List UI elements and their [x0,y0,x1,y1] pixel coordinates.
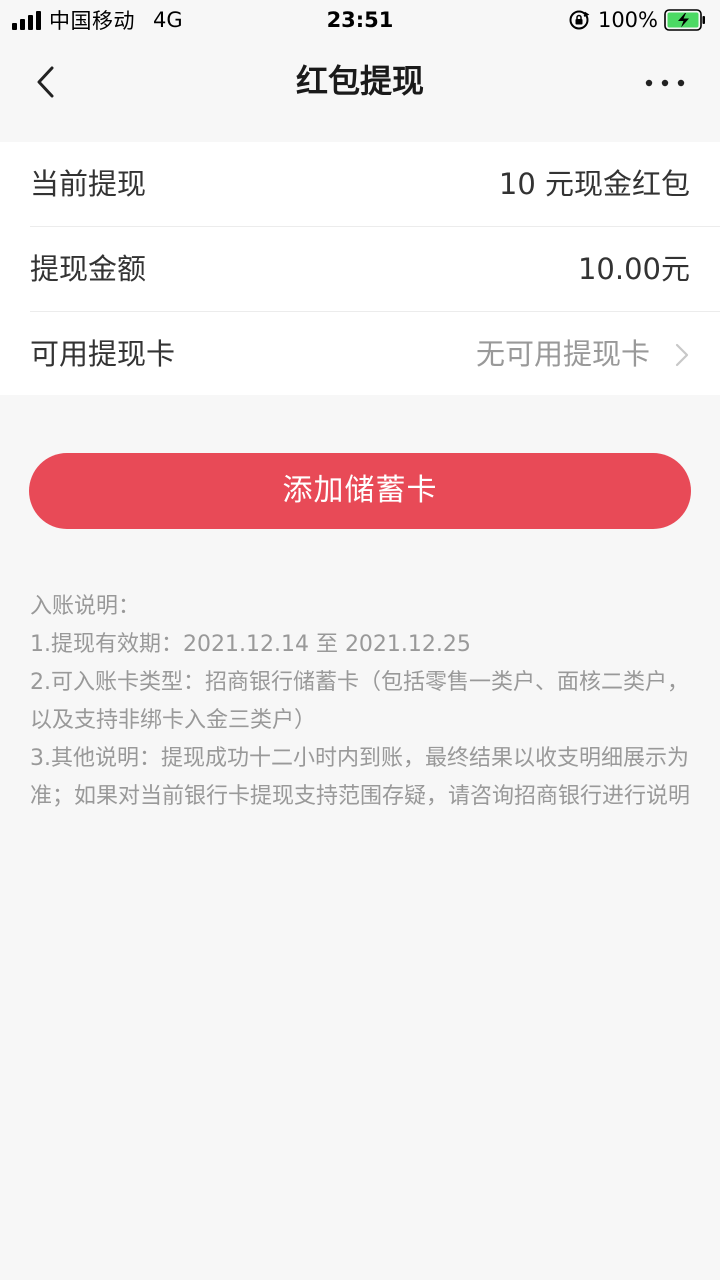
status-right: 100% [568,6,706,34]
notes-line-3: 3.其他说明：提现成功十二小时内到账，最终结果以收支明细展示为准；如果对当前银行… [30,746,691,809]
row-label: 可用提现卡 [30,337,176,371]
chevron-right-icon [675,343,689,367]
notes-title: 入账说明： [30,594,141,619]
battery-percent: 100% [597,8,658,32]
notes-line-1: 1.提现有效期：2021.12.14 至 2021.12.25 [30,632,471,657]
add-debit-card-button[interactable]: 添加储蓄卡 [29,453,691,529]
orientation-lock-icon [569,10,590,30]
battery-charging-icon [664,9,705,31]
row-value: 10.00元 [577,252,690,286]
notes-line-2: 2.可入账卡类型：招商银行储蓄卡（包括零售一类户、面核二类户，以及支持非绑卡入金… [30,670,689,733]
row-value: 无可用提现卡 [475,337,650,371]
row-label: 提现金额 [30,252,147,286]
row-value: 10 元现金红包 [498,167,690,201]
more-dots-icon[interactable] [644,78,686,88]
page-title: 红包提现 [295,62,424,100]
current-withdraw-row: 当前提现 10 元现金红包 [30,142,720,227]
withdraw-amount-row: 提现金额 10.00元 [30,227,720,312]
status-bar: 中国移动 4G 23:51 100% [0,0,720,40]
page: 中国移动 4G 23:51 100% 红包提现 当前提现 10 元现金红包 提现… [0,0,720,1280]
nav-bar: 红包提现 [0,40,720,122]
withdraw-info-card: 当前提现 10 元现金红包 提现金额 10.00元 可用提现卡 无可用提现卡 [0,142,720,395]
available-card-row[interactable]: 可用提现卡 无可用提现卡 [30,312,720,396]
account-notes: 入账说明： 1.提现有效期：2021.12.14 至 2021.12.25 2.… [30,588,692,816]
row-label: 当前提现 [30,167,147,201]
